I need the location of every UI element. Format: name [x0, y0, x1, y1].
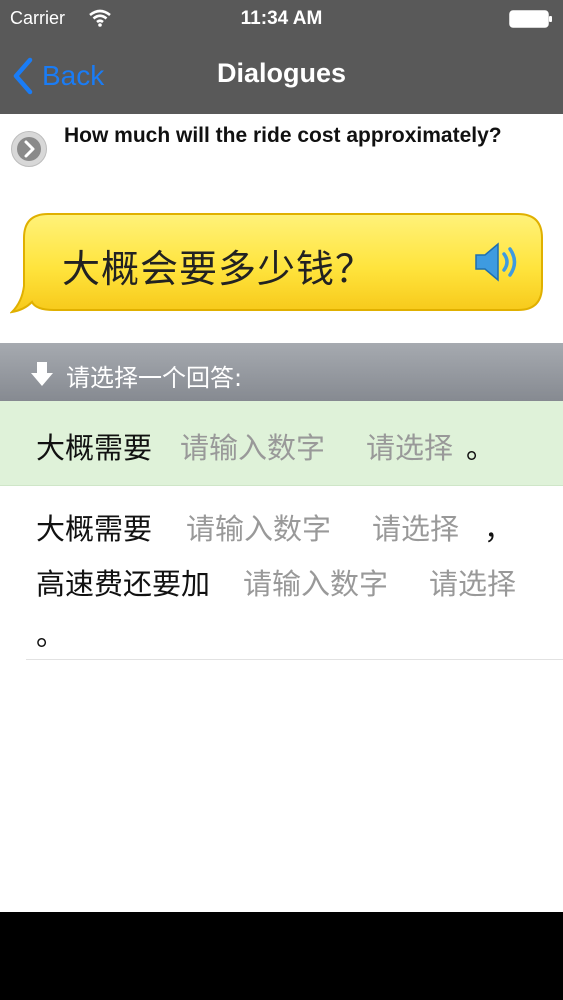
section-header: 请选择一个回答:	[0, 343, 563, 401]
navigation-bar: Back Dialogues	[0, 38, 563, 114]
answer-end-punctuation: 。	[466, 431, 496, 465]
row-divider	[26, 659, 563, 660]
down-arrow-icon	[31, 362, 53, 386]
play-english-button[interactable]	[10, 130, 48, 168]
section-header-title: 请选择一个回答:	[66, 364, 243, 392]
status-bar: Carrier 11:34 AM	[0, 0, 563, 38]
unit-select[interactable]: 请选择	[372, 506, 459, 548]
answer-option-1[interactable]: 大概需要 请输入数字 请选择 。	[0, 401, 563, 486]
number-input-2[interactable]: 请输入数字	[243, 561, 388, 603]
question-row: How much will the ride cost approximatel…	[0, 114, 563, 184]
answer-comma: ，	[484, 512, 514, 546]
unit-select[interactable]: 请选择	[366, 425, 453, 467]
unit-select-2[interactable]: 请选择	[429, 561, 516, 603]
speaker-icon[interactable]	[472, 240, 524, 284]
battery-icon	[509, 10, 552, 28]
question-chinese: 大概会要多少钱？	[62, 247, 375, 291]
question-english: How much will the ride cost approximatel…	[64, 124, 502, 147]
answer-text-2: 高速费还要加	[36, 567, 211, 601]
speech-bubble: 大概会要多少钱？	[10, 210, 546, 318]
number-input[interactable]: 请输入数字	[180, 425, 325, 467]
number-input[interactable]: 请输入数字	[186, 506, 331, 548]
answer-end-punctuation: 。	[36, 618, 66, 652]
status-time: 11:34 AM	[240, 8, 323, 29]
answer-text: 大概需要	[36, 512, 153, 546]
answer-option-2[interactable]: 大概需要 请输入数字 请选择 ， 高速费还要加 请输入数字 请选择 。	[0, 486, 563, 658]
page-title: Dialogues	[216, 58, 347, 88]
bottom-bar	[0, 912, 563, 1000]
dialogue-content: How much will the ride cost approximatel…	[0, 114, 563, 912]
answer-text: 大概需要	[36, 431, 153, 465]
